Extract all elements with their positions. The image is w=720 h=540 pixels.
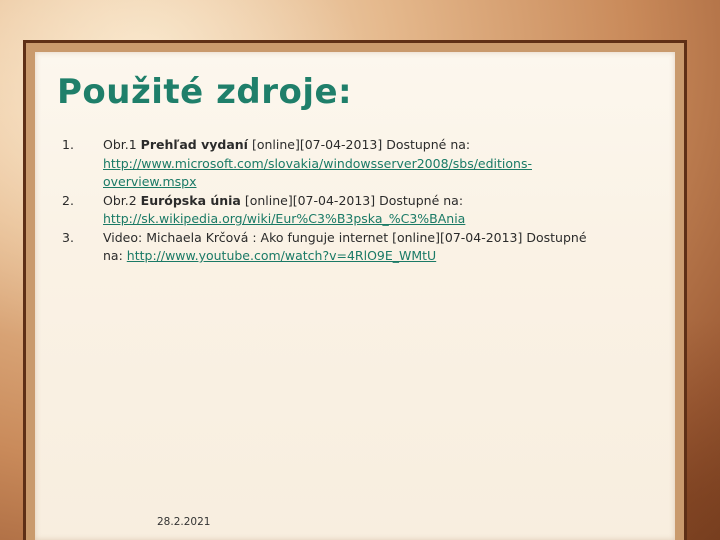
slide-content-area [35, 52, 675, 540]
sources-list: 1. Obr.1 Prehľad vydaní [online][07-04-2… [62, 136, 602, 266]
source-details: [online][07-04-2013] Dostupné na: [247, 137, 471, 152]
source-number: 2. [62, 192, 74, 208]
source-item-2: 2. Obr.2 Európska únia [online][07-04-20… [62, 192, 602, 229]
source-name: Európska únia [140, 192, 241, 208]
source-prefix: Obr.1 [103, 137, 141, 152]
source-item-3: 3. Video: Michaela Krčová : Ako funguje … [62, 229, 602, 266]
slide-date: 28.2.2021 [157, 516, 211, 528]
source-link-3[interactable]: http://www.youtube.com/watch?v=4RlO9E_WM… [127, 248, 436, 263]
slide-title: Použité zdroje: [57, 72, 353, 112]
source-item-1: 1. Obr.1 Prehľad vydaní [online][07-04-2… [62, 136, 602, 192]
source-name: Prehľad vydaní [140, 137, 248, 152]
source-link-1[interactable]: http://www.microsoft.com/slovakia/window… [103, 156, 532, 190]
source-number: 3. [62, 229, 74, 245]
source-prefix: Obr.2 [103, 192, 141, 208]
source-number: 1. [62, 137, 74, 152]
source-link-2[interactable]: http://sk.wikipedia.org/wiki/Eur%C3%B3ps… [103, 211, 465, 226]
source-details: [online][07-04-2013] Dostupné na: [240, 192, 464, 208]
